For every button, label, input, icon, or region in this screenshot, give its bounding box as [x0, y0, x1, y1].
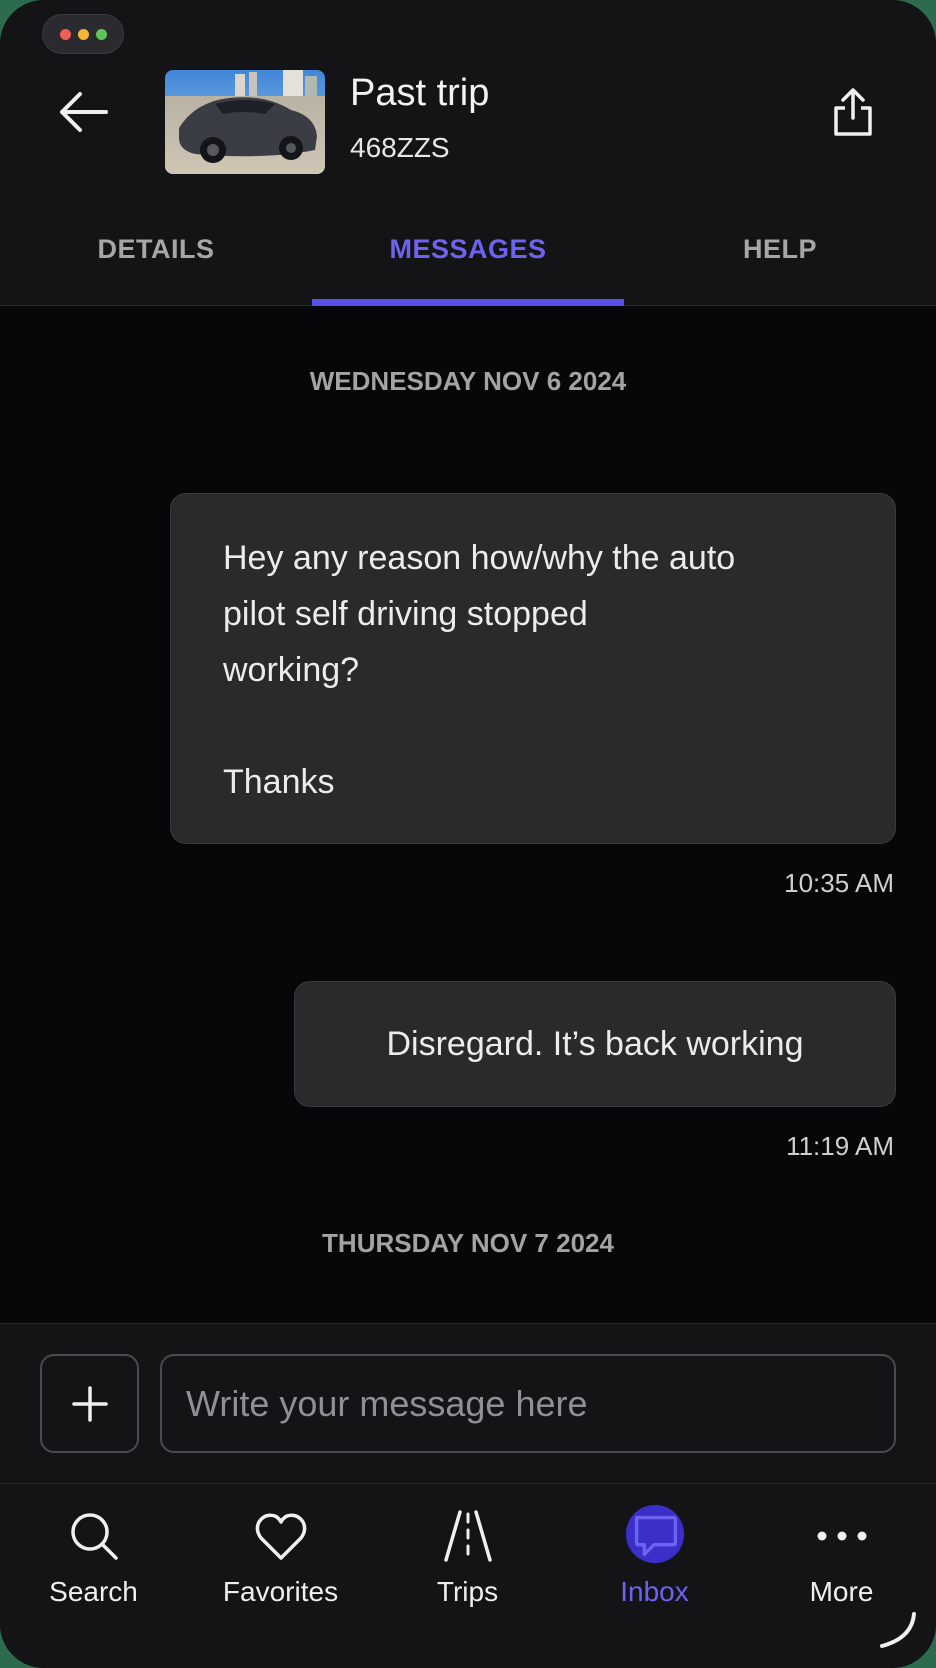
nav-more[interactable]: More: [748, 1484, 935, 1624]
share-button[interactable]: [826, 82, 880, 142]
date-separator: THURSDAY NOV 7 2024: [322, 1228, 614, 1258]
app-frame: Past trip 468ZZS DETAILS MESSAGES HELP W…: [0, 0, 936, 1668]
window-controls[interactable]: [42, 14, 124, 54]
message-timestamp: 10:35 AM: [784, 868, 894, 898]
message-bubble[interactable]: Hey any reason how/why the auto pilot se…: [170, 493, 896, 844]
back-arrow-icon: [60, 92, 108, 132]
date-separator: WEDNESDAY NOV 6 2024: [309, 366, 627, 396]
resize-handle-icon[interactable]: [878, 1610, 918, 1650]
close-dot-icon[interactable]: [59, 28, 71, 40]
trip-header: Past trip 468ZZS DETAILS MESSAGES HELP: [0, 0, 936, 306]
nav-search[interactable]: Search: [0, 1484, 187, 1624]
search-icon: [62, 1504, 126, 1568]
message-text: Disregard. It’s back working: [386, 1025, 804, 1063]
share-icon: [834, 88, 872, 136]
message-bubble[interactable]: Disregard. It’s back working: [294, 981, 896, 1107]
add-attachment-button[interactable]: [40, 1354, 139, 1453]
plus-icon: [71, 1385, 108, 1422]
nav-favorites[interactable]: Favorites: [187, 1484, 374, 1624]
nav-label: Trips: [436, 1576, 499, 1607]
trip-title: Past trip: [350, 72, 490, 114]
nav-trips[interactable]: Trips: [374, 1484, 561, 1624]
tab-help[interactable]: HELP: [624, 220, 936, 306]
car-photo: [165, 70, 325, 174]
message-input[interactable]: [160, 1354, 896, 1453]
heart-icon: [249, 1504, 313, 1568]
nav-label: Search: [49, 1576, 138, 1607]
minimize-dot-icon[interactable]: [77, 28, 89, 40]
nav-label: More: [809, 1576, 874, 1607]
back-button[interactable]: [52, 82, 112, 142]
nav-label: Inbox: [620, 1576, 689, 1607]
tab-messages[interactable]: MESSAGES: [312, 220, 624, 306]
maximize-dot-icon[interactable]: [95, 28, 107, 40]
nav-label: Favorites: [222, 1576, 339, 1607]
license-plate: 468ZZS: [350, 132, 450, 163]
nav-inbox[interactable]: Inbox: [561, 1484, 748, 1624]
car-thumbnail: [165, 70, 325, 174]
more-dots-icon: [810, 1504, 874, 1568]
tab-bar: DETAILS MESSAGES HELP: [0, 220, 936, 306]
tab-details[interactable]: DETAILS: [0, 220, 312, 306]
road-icon: [436, 1504, 500, 1568]
bottom-navigation: Search Favorites Trips Inbox More: [0, 1483, 936, 1668]
message-timestamp: 11:19 AM: [786, 1131, 894, 1161]
message-text: Hey any reason how/why the auto pilot se…: [223, 539, 736, 801]
chat-bubble-icon: [623, 1504, 687, 1568]
message-composer: [0, 1323, 936, 1483]
